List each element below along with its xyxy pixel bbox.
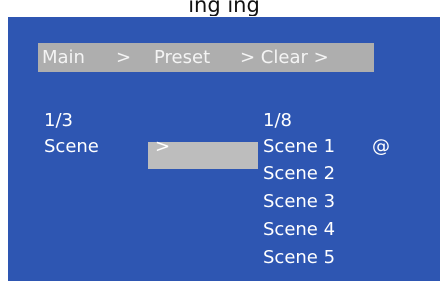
scene-list-item[interactable]: Scene 5 <box>263 247 335 269</box>
selection-arrow[interactable]: > <box>155 136 170 158</box>
breadcrumb-main[interactable]: Main <box>42 47 85 69</box>
scene-label: Scene <box>44 136 99 157</box>
breadcrumb-clear[interactable]: > Clear > <box>240 47 329 69</box>
current-marker: @ <box>372 136 390 157</box>
scene-list-item[interactable]: Scene 1 <box>263 136 335 158</box>
scene-list-item[interactable]: Scene 3 <box>263 191 335 213</box>
left-page-indicator: 1/3 <box>44 110 73 131</box>
breadcrumb-preset[interactable]: Preset <box>154 47 210 69</box>
breadcrumb-separator: > <box>116 47 132 68</box>
right-page-indicator: 1/8 <box>263 110 292 131</box>
device-screen: Main > Preset > Clear > 1/3 Scene > 1/8 … <box>8 17 440 281</box>
scene-list-item[interactable]: Scene 2 <box>263 163 335 185</box>
cropped-top-text: ing ing <box>188 0 260 16</box>
scene-list-item[interactable]: Scene 4 <box>263 219 335 241</box>
